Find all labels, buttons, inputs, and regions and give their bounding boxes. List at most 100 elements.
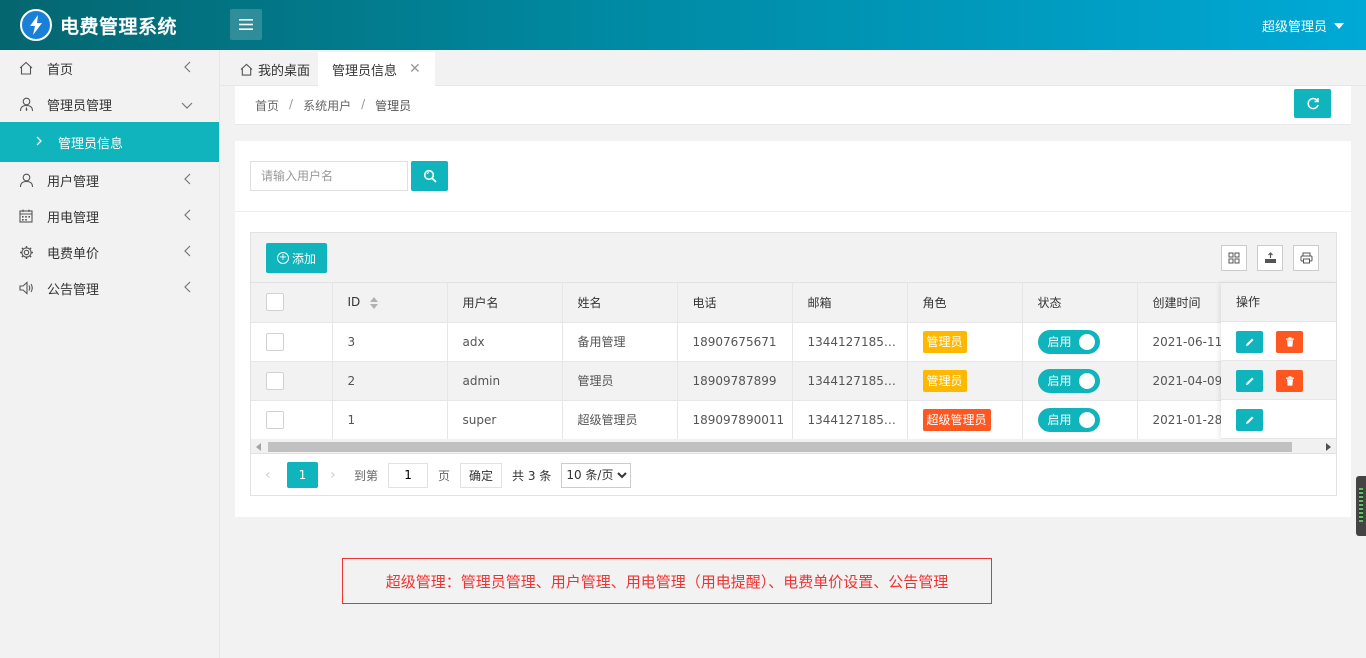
edit-button[interactable] [1236, 370, 1263, 392]
goto-page-input[interactable] [388, 462, 429, 488]
table-grid: ID 用户名 姓名 电话 邮箱 角色 状态 创建时间 3 adx 备用管理 18… [251, 283, 1253, 440]
tab-admin-info[interactable]: 管理员信息 ✕ [318, 52, 435, 86]
breadcrumb: 首页 / 系统用户 / 管理员 [255, 97, 411, 114]
status-toggle[interactable]: 启用 [1037, 329, 1100, 354]
current-page[interactable]: 1 [287, 462, 318, 488]
divider [235, 211, 1351, 212]
row-checkbox[interactable] [266, 410, 284, 429]
page-size-select[interactable]: 10 条/页 [561, 462, 632, 488]
cell-name: 管理员 [562, 361, 678, 401]
next-page-icon[interactable]: › [330, 467, 342, 483]
delete-button[interactable] [1276, 331, 1303, 353]
breadcrumb-separator: / [289, 97, 294, 111]
role-badge: 超级管理员 [922, 408, 991, 431]
cell-status: 启用 [1022, 361, 1138, 401]
edit-icon [1245, 377, 1253, 385]
column-header-role: 角色 [907, 283, 1023, 323]
user-icon [18, 172, 34, 188]
close-icon[interactable]: ✕ [409, 61, 421, 77]
cell-username: adx [447, 322, 563, 362]
add-button-label: 添加 [291, 251, 316, 266]
sidebar-item-unit-price[interactable]: 电费单价 [0, 234, 219, 270]
breadcrumb-item[interactable]: 首页 [255, 97, 279, 114]
row-checkbox[interactable] [266, 371, 284, 390]
row-checkbox[interactable] [266, 332, 284, 351]
sort-icon[interactable] [370, 296, 379, 309]
actions-row [1221, 322, 1336, 361]
breadcrumb-separator: / [361, 97, 366, 111]
scrollbar-thumb[interactable] [268, 442, 1292, 452]
status-toggle[interactable]: 启用 [1037, 407, 1100, 432]
sidebar-item-label: 首页 [47, 62, 74, 78]
chevron-left-icon [183, 209, 191, 225]
sidebar-item-announcement[interactable]: 公告管理 [0, 270, 219, 306]
sidebar-item-user-management[interactable]: 用户管理 [0, 162, 219, 198]
cell-email: 1344127185… [792, 322, 908, 362]
chevron-right-icon [36, 135, 42, 150]
tab-desktop[interactable]: 我的桌面 [226, 52, 324, 86]
export-button[interactable] [1257, 245, 1283, 271]
cell-id: 2 [332, 361, 448, 401]
app-logo[interactable]: 电费管理系统 [20, 9, 177, 41]
delete-button[interactable] [1276, 370, 1303, 392]
prev-page-icon[interactable]: ‹ [265, 467, 277, 483]
breadcrumb-panel: 首页 / 系统用户 / 管理员 [235, 86, 1351, 125]
column-header-id[interactable]: ID [332, 283, 448, 323]
edit-button[interactable] [1236, 331, 1263, 353]
menu-toggle-button[interactable] [230, 9, 262, 40]
row-select-cell [251, 361, 333, 401]
print-button[interactable] [1293, 245, 1319, 271]
home-icon [240, 63, 253, 76]
sidebar: 首页 管理员管理 管理员信息 用户管理 用电管理 电费单价 公告管理 [0, 50, 220, 658]
chevron-left-icon [183, 61, 191, 77]
sidebar-item-label: 管理员管理 [47, 98, 113, 114]
add-button[interactable]: + 添加 [266, 243, 327, 273]
role-badge: 管理员 [922, 369, 967, 392]
cell-phone: 18907675671 [677, 322, 793, 362]
chevron-left-icon [183, 281, 191, 297]
select-all-checkbox[interactable] [266, 293, 284, 312]
sidebar-item-label: 管理员信息 [58, 136, 124, 152]
side-widget[interactable] [1356, 476, 1366, 536]
top-header: 电费管理系统 超级管理员 [0, 0, 1366, 50]
actions-column: 操作 [1221, 283, 1336, 439]
chevron-down-icon [181, 99, 193, 114]
cell-email: 1344127185… [792, 361, 908, 401]
select-all-cell [251, 283, 333, 323]
hamburger-icon [239, 19, 253, 30]
column-header-phone: 电话 [677, 283, 793, 323]
goto-confirm-button[interactable]: 确定 [460, 462, 503, 488]
refresh-button[interactable] [1294, 89, 1331, 118]
status-label: 启用 [1047, 413, 1072, 427]
column-header-actions: 操作 [1221, 283, 1336, 322]
sidebar-subitem-admin-info[interactable]: 管理员信息 [0, 122, 219, 162]
cell-id: 3 [332, 322, 448, 362]
admin-icon [18, 96, 34, 112]
sidebar-item-electricity-management[interactable]: 用电管理 [0, 198, 219, 234]
scroll-left-icon[interactable] [256, 443, 261, 451]
trash-icon [1285, 337, 1294, 347]
horizontal-scrollbar[interactable] [251, 439, 1336, 454]
edit-button[interactable] [1236, 409, 1263, 431]
edit-icon [1245, 338, 1253, 346]
column-header-status: 状态 [1022, 283, 1138, 323]
search-input[interactable] [250, 161, 408, 191]
cell-username: admin [447, 361, 563, 401]
pagination: ‹ 1 › 到第 页 确定 共 3 条 10 条/页 [251, 455, 1336, 495]
breadcrumb-item[interactable]: 系统用户 [303, 97, 351, 114]
sidebar-item-home[interactable]: 首页 [0, 50, 219, 86]
home-icon [18, 60, 34, 76]
app-title: 电费管理系统 [60, 15, 178, 38]
user-menu[interactable]: 超级管理员 [1262, 16, 1344, 35]
cell-id: 1 [332, 400, 448, 440]
columns-filter-button[interactable] [1221, 245, 1247, 271]
chevron-left-icon [183, 173, 191, 189]
sidebar-item-admin-management[interactable]: 管理员管理 [0, 86, 219, 122]
export-icon [1264, 252, 1276, 263]
sidebar-item-label: 公告管理 [47, 282, 100, 298]
search-button[interactable] [411, 161, 448, 191]
plus-icon: + [276, 252, 289, 264]
scroll-right-icon[interactable] [1326, 443, 1331, 451]
cell-status: 启用 [1022, 400, 1138, 440]
status-toggle[interactable]: 启用 [1037, 368, 1100, 393]
